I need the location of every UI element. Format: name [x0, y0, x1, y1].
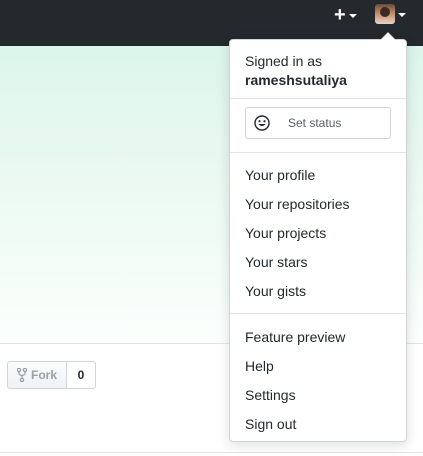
- set-status-button[interactable]: Set status: [245, 107, 391, 139]
- fork-icon: [16, 368, 27, 382]
- fork-button-group: Fork 0: [7, 361, 96, 389]
- user-dropdown-menu: Signed in as rameshsutaliya Set status Y…: [229, 32, 407, 442]
- divider: [0, 452, 423, 453]
- avatar: [375, 4, 395, 24]
- fork-button[interactable]: Fork: [7, 361, 67, 389]
- menu-item-sign-out[interactable]: Sign out: [245, 414, 296, 434]
- menu-item-your-profile[interactable]: Your profile: [245, 165, 315, 185]
- username: rameshsutaliya: [245, 72, 347, 88]
- divider: [230, 313, 406, 314]
- set-status-label: Set status: [288, 116, 342, 130]
- menu-item-settings[interactable]: Settings: [245, 385, 296, 405]
- signed-in-label: Signed in as: [245, 53, 323, 69]
- user-menu-button[interactable]: [375, 4, 411, 24]
- create-new-button[interactable]: +: [334, 4, 362, 26]
- menu-item-your-projects[interactable]: Your projects: [245, 223, 326, 243]
- chevron-down-icon: [398, 13, 406, 17]
- menu-item-your-gists[interactable]: Your gists: [245, 281, 306, 301]
- divider: [230, 152, 406, 153]
- menu-item-feature-preview[interactable]: Feature preview: [245, 327, 345, 347]
- menu-item-your-stars[interactable]: Your stars: [245, 252, 308, 272]
- fork-count[interactable]: 0: [67, 361, 96, 389]
- menu-item-your-repositories[interactable]: Your repositories: [245, 194, 350, 214]
- fork-label: Fork: [30, 368, 57, 382]
- divider: [230, 98, 406, 99]
- smiley-icon: [254, 115, 270, 131]
- plus-icon: +: [334, 4, 346, 26]
- chevron-down-icon: [348, 14, 357, 18]
- menu-item-help[interactable]: Help: [245, 356, 274, 376]
